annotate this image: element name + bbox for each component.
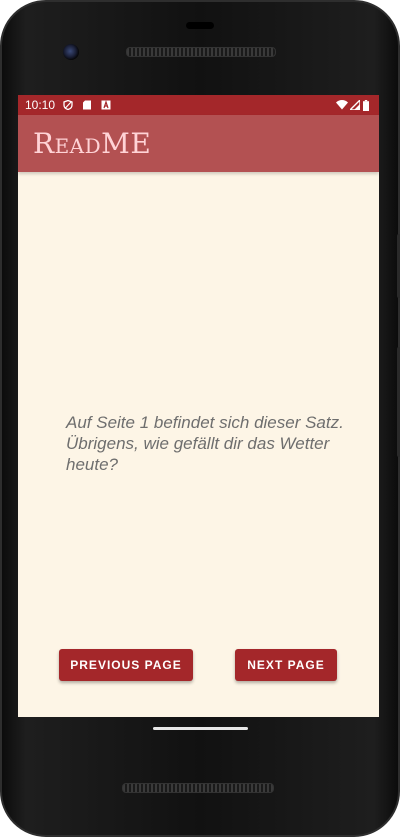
status-right (336, 95, 369, 115)
status-bar: 10:10 (18, 95, 379, 115)
status-left: 10:10 (25, 95, 120, 115)
status-time: 10:10 (25, 98, 56, 112)
previous-page-button[interactable]: PREVIOUS PAGE (59, 649, 193, 681)
shield-icon (63, 100, 73, 110)
front-camera (63, 44, 79, 60)
cell-signal-icon (350, 100, 360, 110)
next-page-button[interactable]: NEXT PAGE (235, 649, 337, 681)
sd-card-icon (83, 100, 92, 110)
app-screen: 10:10 ReadME Auf Seite 1 befindet sich d… (18, 95, 379, 717)
app-title: ReadME (33, 127, 152, 160)
earpiece-speaker (126, 47, 276, 57)
app-bar: ReadME (18, 115, 379, 172)
page-text: Auf Seite 1 befindet sich dieser Satz. Ü… (66, 413, 344, 474)
font-a-icon (101, 100, 111, 110)
wifi-icon (336, 100, 348, 110)
bottom-speaker (122, 783, 274, 793)
battery-icon (363, 99, 369, 111)
top-sensor (186, 22, 214, 29)
gesture-nav-bar[interactable] (153, 727, 248, 730)
